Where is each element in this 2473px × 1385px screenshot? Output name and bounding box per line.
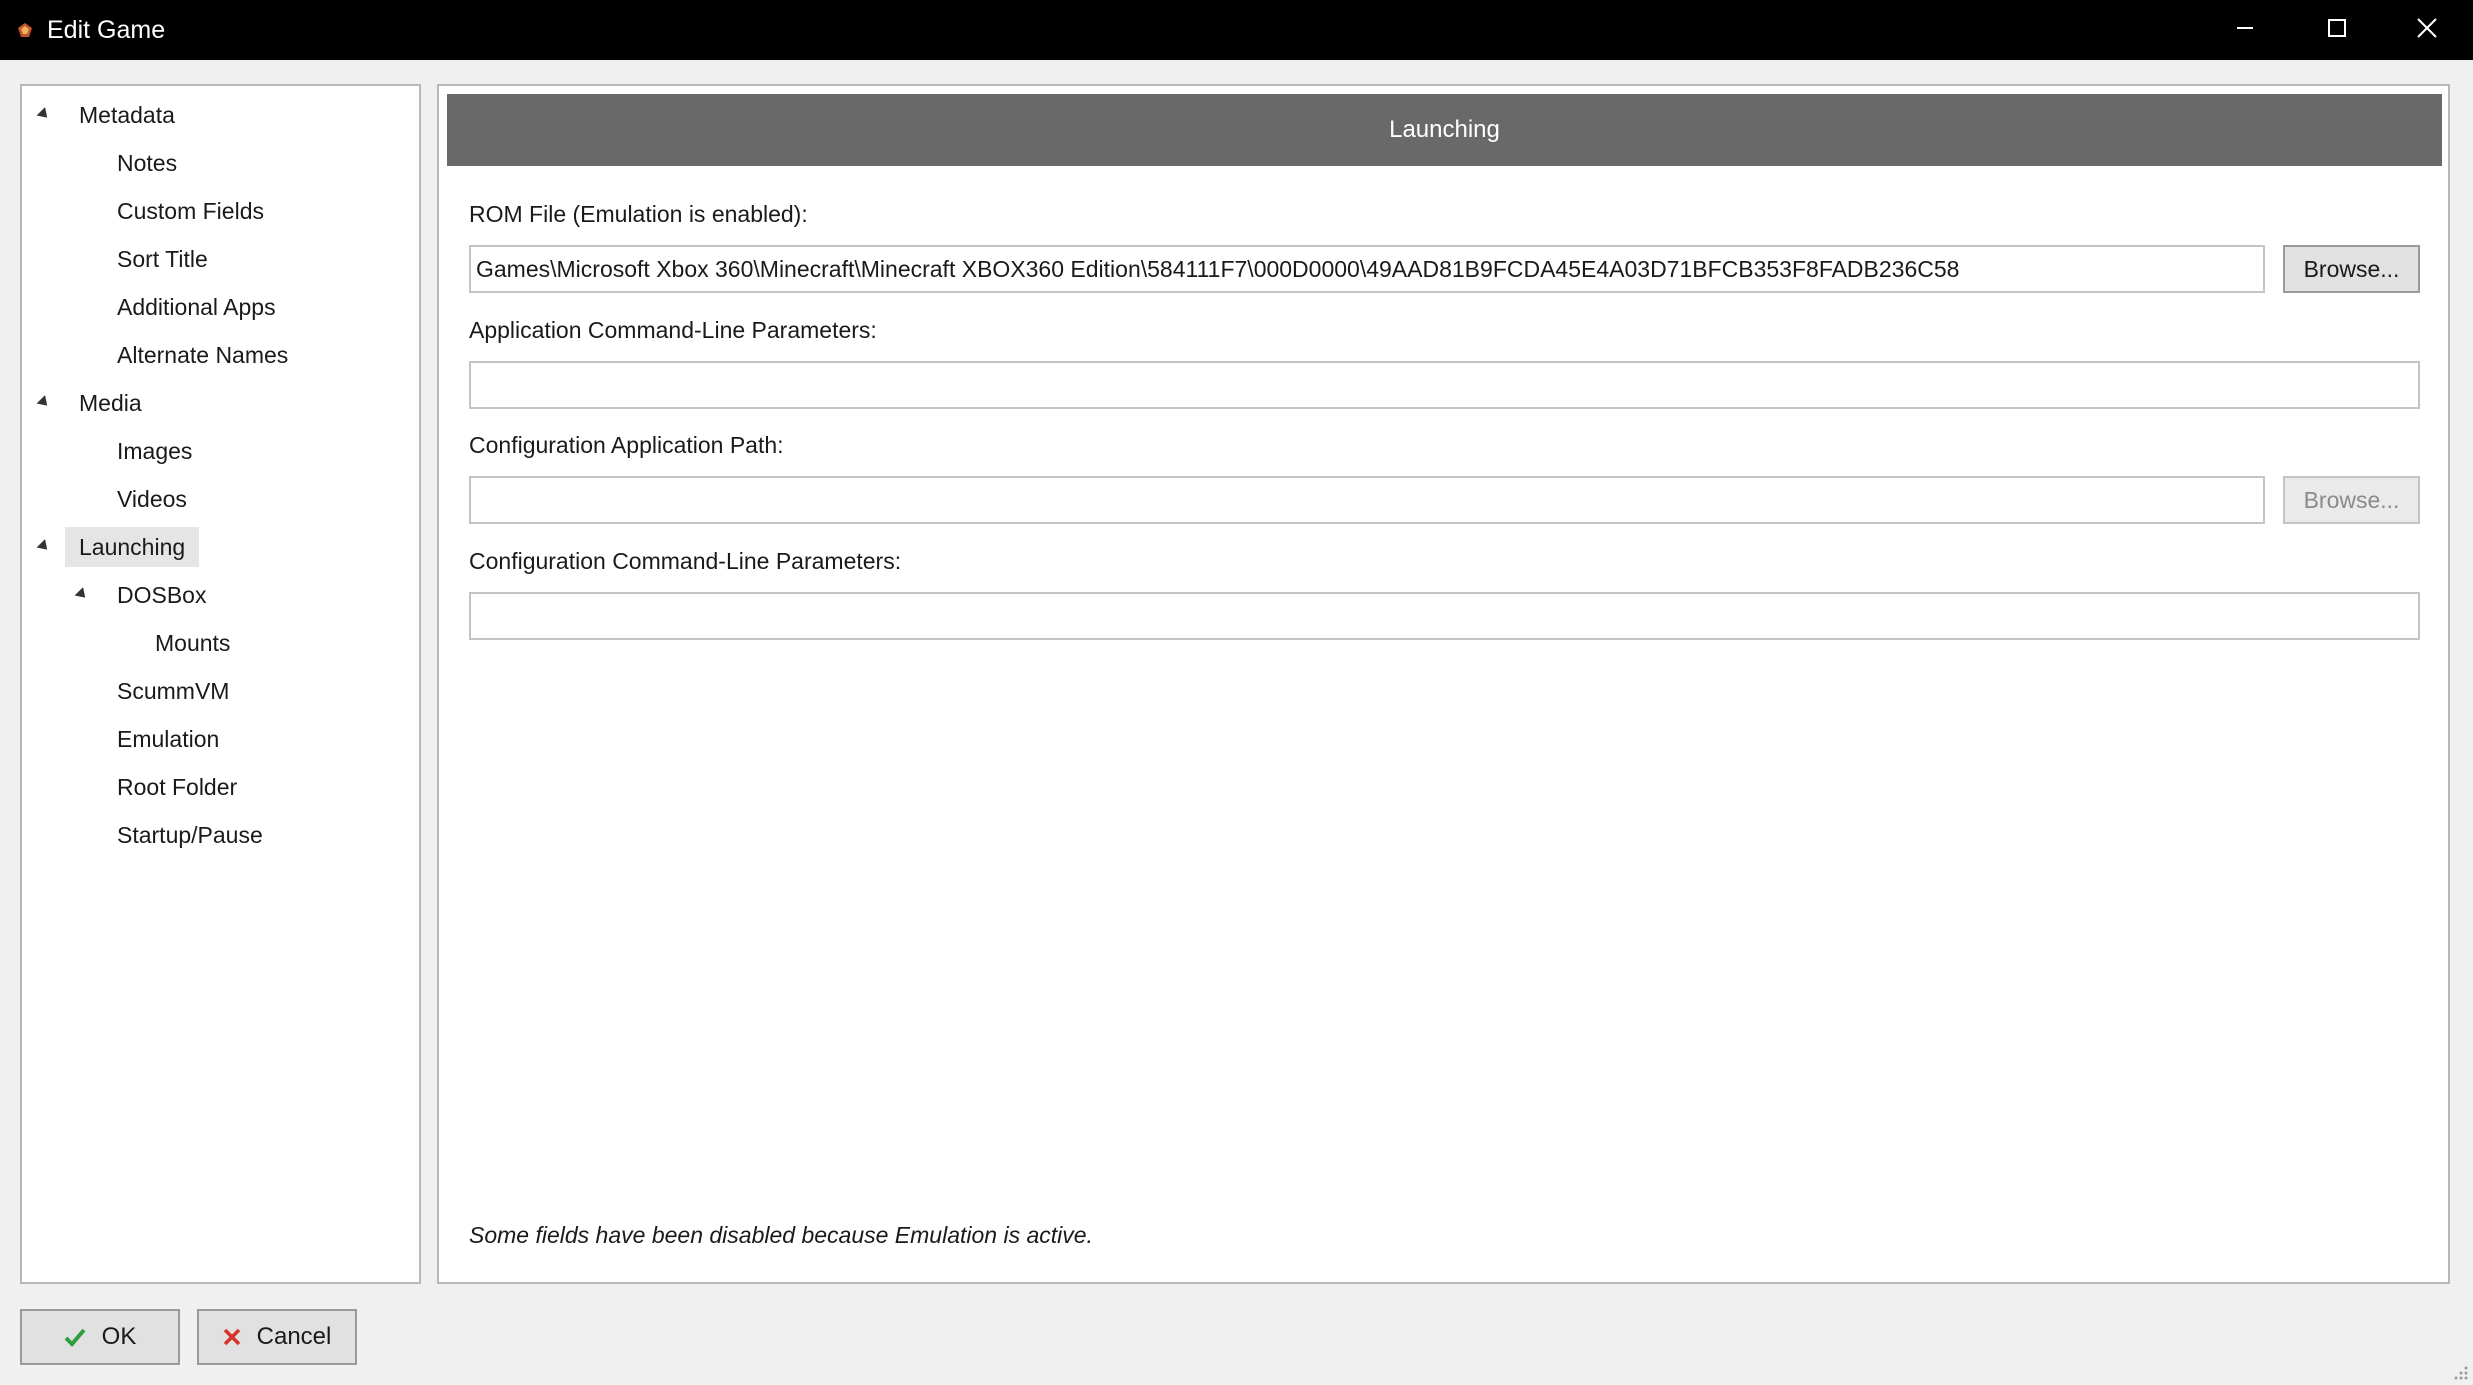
tree-item-label: Additional Apps (117, 294, 276, 320)
config-browse-button: Browse... (2283, 476, 2420, 524)
tree-item-label: Alternate Names (117, 342, 289, 368)
app-icon (17, 22, 33, 38)
cancel-label: Cancel (256, 1323, 332, 1350)
tree-item-label: Startup/Pause (117, 822, 263, 848)
tree-item-label: Sort Title (117, 246, 208, 272)
title-bar: Edit Game (0, 0, 2473, 60)
maximize-button[interactable] (2291, 0, 2383, 60)
rom-file-input[interactable]: Games\Microsoft Xbox 360\Minecraft\Minec… (469, 245, 2265, 293)
ok-button[interactable]: OK (20, 1309, 180, 1365)
ok-label: OK (101, 1323, 137, 1350)
tree-item-label: Mounts (155, 630, 231, 656)
expand-arrow-icon[interactable] (74, 587, 90, 602)
close-button[interactable] (2381, 0, 2473, 60)
edit-game-window: Edit Game Metadata Notes Custom Fields S… (0, 0, 2473, 1385)
checkmark-icon (64, 1327, 86, 1347)
maximize-icon (2327, 18, 2347, 43)
tree-item-label: ScummVM (117, 678, 230, 704)
tree-item-label: DOSBox (117, 582, 207, 608)
tree-item-label: Videos (117, 486, 187, 512)
cancel-button[interactable]: Cancel (197, 1309, 357, 1365)
app-params-label: Application Command-Line Parameters: (469, 317, 877, 343)
minimize-icon (2235, 18, 2255, 43)
config-path-label: Configuration Application Path: (469, 432, 784, 458)
app-params-input[interactable] (469, 361, 2420, 409)
tree-item-label: Custom Fields (117, 198, 264, 224)
config-params-label: Configuration Command-Line Parameters: (469, 548, 902, 574)
emulation-note: Some fields have been disabled because E… (469, 1222, 1093, 1248)
config-path-input (469, 476, 2265, 524)
expand-arrow-icon[interactable] (36, 107, 52, 122)
minimize-button[interactable] (2199, 0, 2291, 60)
tree-item-label: Metadata (79, 102, 175, 128)
tree-item-label: Launching (65, 527, 200, 567)
close-icon (2416, 17, 2438, 44)
tree-item-label: Media (79, 390, 142, 416)
config-params-input[interactable] (469, 592, 2420, 640)
tree-item-label: Images (117, 438, 193, 464)
launching-panel: Launching ROM File (Emulation is enabled… (437, 84, 2450, 1284)
tree-item-label: Emulation (117, 726, 220, 752)
tree-item-label: Notes (117, 150, 178, 176)
section-header: Launching (447, 94, 2442, 166)
expand-arrow-icon[interactable] (36, 539, 52, 554)
tree-item-label: Root Folder (117, 774, 238, 800)
rom-file-label: ROM File (Emulation is enabled): (469, 201, 808, 227)
rom-browse-button[interactable]: Browse... (2283, 245, 2420, 293)
x-icon (223, 1328, 241, 1346)
window-title: Edit Game (47, 16, 166, 44)
resize-grip-icon[interactable] (2451, 1363, 2469, 1381)
expand-arrow-icon[interactable] (36, 395, 52, 410)
navigation-tree: Metadata Notes Custom Fields Sort Title … (20, 84, 421, 1284)
